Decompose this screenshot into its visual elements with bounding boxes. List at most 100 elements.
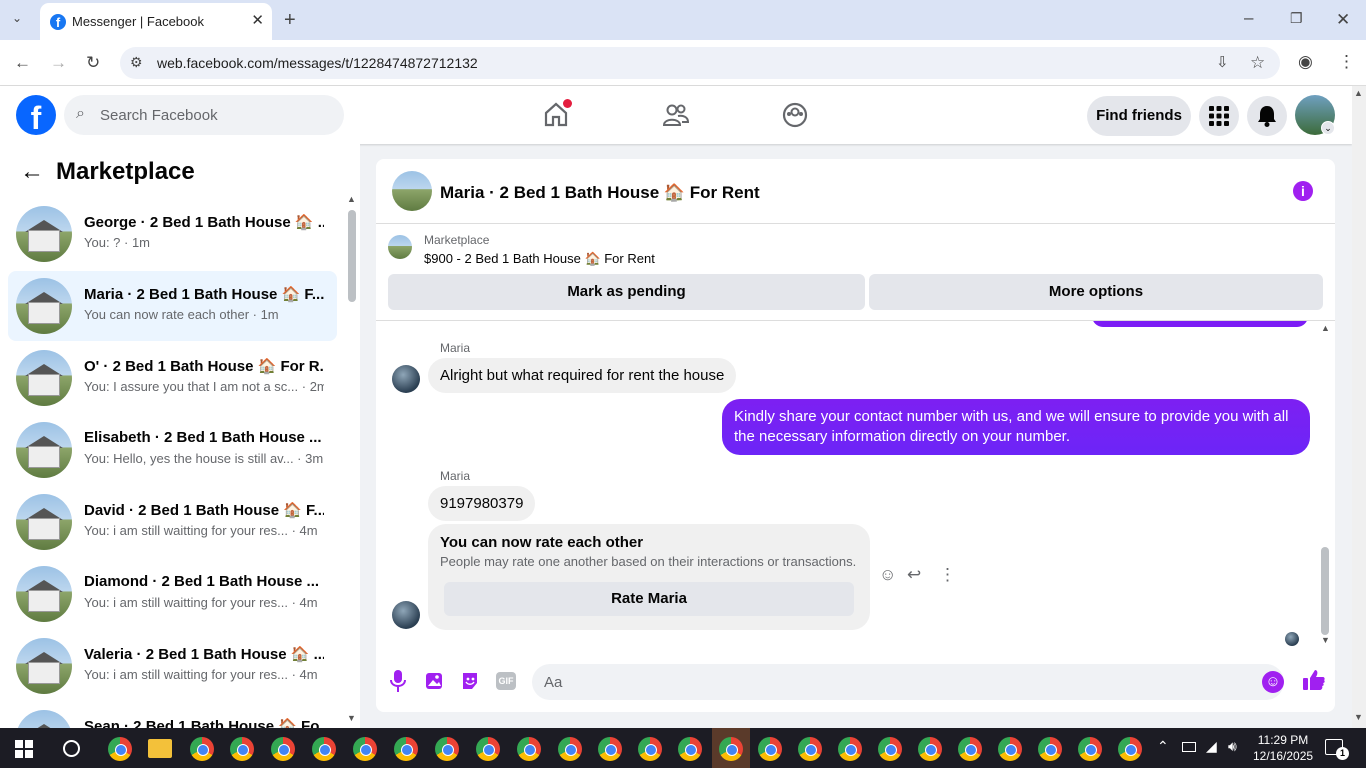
profile-icon[interactable]: ◉ <box>1298 53 1313 70</box>
like-thumbs-up-icon[interactable] <box>1302 668 1326 692</box>
message-input[interactable]: Aa ☺ <box>532 664 1284 700</box>
battery-icon[interactable] <box>1182 742 1196 752</box>
mark-as-pending-button[interactable]: Mark as pending <box>388 274 865 310</box>
conversation-name: George · 2 Bed 1 Bath House 🏠 ... <box>84 214 324 231</box>
friends-icon[interactable] <box>663 103 689 127</box>
more-options-button[interactable]: More options <box>869 274 1323 310</box>
chrome-taskbar-icon[interactable] <box>1038 737 1062 761</box>
chrome-taskbar-icon[interactable] <box>958 737 982 761</box>
outgoing-message[interactable]: Kindly share your contact number with us… <box>722 399 1310 455</box>
maria-avatar[interactable] <box>392 365 420 393</box>
chat-scrollbar-thumb[interactable] <box>1321 547 1329 635</box>
conversation-item[interactable]: Diamond · 2 Bed 1 Bath House ... You: i … <box>8 559 337 629</box>
page-scrollbar[interactable]: ▲ ▼ <box>1352 86 1366 728</box>
info-icon[interactable]: i <box>1293 181 1313 201</box>
volume-icon[interactable]: 🔊︎ <box>1228 738 1237 755</box>
omnibox[interactable]: ⚙ web.facebook.com/messages/t/1228474872… <box>120 47 1280 79</box>
list-scroll-down-icon[interactable]: ▼ <box>347 713 356 723</box>
microphone-icon[interactable] <box>390 670 406 692</box>
chat-scroll-up-icon[interactable]: ▲ <box>1321 323 1330 333</box>
chrome-taskbar-icon[interactable] <box>638 737 662 761</box>
chrome-taskbar-icon[interactable] <box>353 737 377 761</box>
conversation-item[interactable]: Valeria · 2 Bed 1 Bath House 🏠 ... You: … <box>8 631 337 701</box>
chrome-taskbar-icon[interactable] <box>190 737 214 761</box>
new-tab-icon[interactable]: + <box>284 10 296 30</box>
tab-search-icon[interactable]: ⌄ <box>12 12 22 24</box>
chat-title[interactable]: Maria · 2 Bed 1 Bath House 🏠 For Rent <box>440 183 760 203</box>
forward-icon[interactable]: → <box>50 54 67 71</box>
listing-small-thumbnail[interactable] <box>388 235 412 259</box>
chrome-taskbar-icon[interactable] <box>558 737 582 761</box>
emoji-icon[interactable]: ☺ <box>1262 671 1284 693</box>
chrome-taskbar-icon[interactable] <box>1118 737 1142 761</box>
conversation-item[interactable]: George · 2 Bed 1 Bath House 🏠 ... You: ?… <box>8 199 337 269</box>
chrome-taskbar-icon[interactable] <box>435 737 459 761</box>
conversation-item[interactable]: David · 2 Bed 1 Bath House 🏠 F... You: i… <box>8 487 337 557</box>
listing-thumbnail <box>16 710 72 728</box>
close-window-icon[interactable]: ✕ <box>1336 11 1350 28</box>
browser-tab[interactable]: f Messenger | Facebook ✕ <box>40 3 272 40</box>
close-tab-icon[interactable]: ✕ <box>251 11 264 29</box>
restore-icon[interactable]: ❐ <box>1290 11 1303 25</box>
minimize-icon[interactable]: – <box>1244 9 1253 26</box>
back-arrow-icon[interactable]: ← <box>20 158 44 186</box>
chrome-taskbar-icon[interactable] <box>312 737 336 761</box>
wifi-icon[interactable]: ◢ <box>1206 738 1217 755</box>
file-explorer-icon[interactable] <box>148 739 172 758</box>
conversation-item[interactable]: Sean · 2 Bed 1 Bath House 🏠 Fo... <box>8 703 337 728</box>
bookmark-star-icon[interactable]: ☆ <box>1250 54 1265 71</box>
chrome-taskbar-icon[interactable] <box>476 737 500 761</box>
install-app-icon[interactable]: ⇩ <box>1216 55 1229 70</box>
groups-icon[interactable] <box>782 102 808 128</box>
chrome-taskbar-icon[interactable] <box>878 737 902 761</box>
search-circle-icon[interactable] <box>63 740 80 757</box>
incoming-message[interactable]: 9197980379 <box>428 486 536 521</box>
menu-button[interactable] <box>1199 96 1239 136</box>
more-actions-icon[interactable]: ⋮ <box>939 565 956 585</box>
chrome-taskbar-icon[interactable] <box>798 737 822 761</box>
incoming-message[interactable]: Alright but what required for rent the h… <box>428 358 737 393</box>
windows-start-icon[interactable] <box>15 740 33 758</box>
chrome-taskbar-icon[interactable] <box>394 737 418 761</box>
sticker-icon[interactable] <box>460 671 480 691</box>
page-scroll-down-icon[interactable]: ▼ <box>1354 712 1363 722</box>
chrome-taskbar-icon[interactable] <box>758 737 782 761</box>
reply-icon[interactable]: ↩ <box>907 565 921 585</box>
site-info-icon[interactable]: ⚙ <box>130 55 143 69</box>
conversation-item[interactable]: O' · 2 Bed 1 Bath House 🏠 For R... You: … <box>8 343 337 413</box>
search-input[interactable]: ⌕ Search Facebook <box>64 95 344 135</box>
chrome-taskbar-icon[interactable] <box>271 737 295 761</box>
rate-maria-button[interactable]: Rate Maria <box>444 582 854 616</box>
chrome-taskbar-icon[interactable] <box>838 737 862 761</box>
account-chevron-icon[interactable]: ⌄ <box>1321 121 1335 135</box>
tray-chevron-icon[interactable]: ⌃ <box>1157 738 1169 755</box>
gif-icon[interactable]: GIF <box>496 672 516 690</box>
chrome-taskbar-icon[interactable] <box>517 737 541 761</box>
chrome-taskbar-icon[interactable] <box>918 737 942 761</box>
chrome-taskbar-icon[interactable] <box>230 737 254 761</box>
notifications-button[interactable] <box>1247 96 1287 136</box>
maria-avatar[interactable] <box>392 601 420 629</box>
conversation-item[interactable]: Elisabeth · 2 Bed 1 Bath House ... You: … <box>8 415 337 485</box>
chat-scroll-down-icon[interactable]: ▼ <box>1321 635 1330 645</box>
page-scroll-up-icon[interactable]: ▲ <box>1354 88 1363 98</box>
chat-listing-thumbnail[interactable] <box>392 171 432 211</box>
list-scrollbar-thumb[interactable] <box>348 210 356 302</box>
find-friends-button[interactable]: Find friends <box>1087 96 1191 136</box>
back-icon[interactable]: ← <box>14 54 31 71</box>
chrome-taskbar-icon[interactable] <box>998 737 1022 761</box>
reload-icon[interactable]: ↻ <box>86 54 100 71</box>
chrome-menu-icon[interactable]: ⋮ <box>1338 53 1355 70</box>
facebook-logo-icon[interactable]: f <box>16 95 56 135</box>
chrome-taskbar-icon[interactable] <box>678 737 702 761</box>
chrome-taskbar-icon[interactable] <box>1078 737 1102 761</box>
conversation-item-selected[interactable]: Maria · 2 Bed 1 Bath House 🏠 F... You ca… <box>8 271 337 341</box>
listing-title[interactable]: $900 - 2 Bed 1 Bath House 🏠 For Rent <box>424 251 655 267</box>
photo-icon[interactable] <box>424 671 444 691</box>
chrome-taskbar-icon-active[interactable] <box>719 737 743 761</box>
chrome-taskbar-icon[interactable] <box>598 737 622 761</box>
system-clock[interactable]: 11:29 PM 12/16/2025 <box>1253 732 1313 764</box>
chrome-taskbar-icon[interactable] <box>108 737 132 761</box>
react-icon[interactable]: ☺ <box>879 565 896 585</box>
list-scroll-up-icon[interactable]: ▲ <box>347 194 356 204</box>
